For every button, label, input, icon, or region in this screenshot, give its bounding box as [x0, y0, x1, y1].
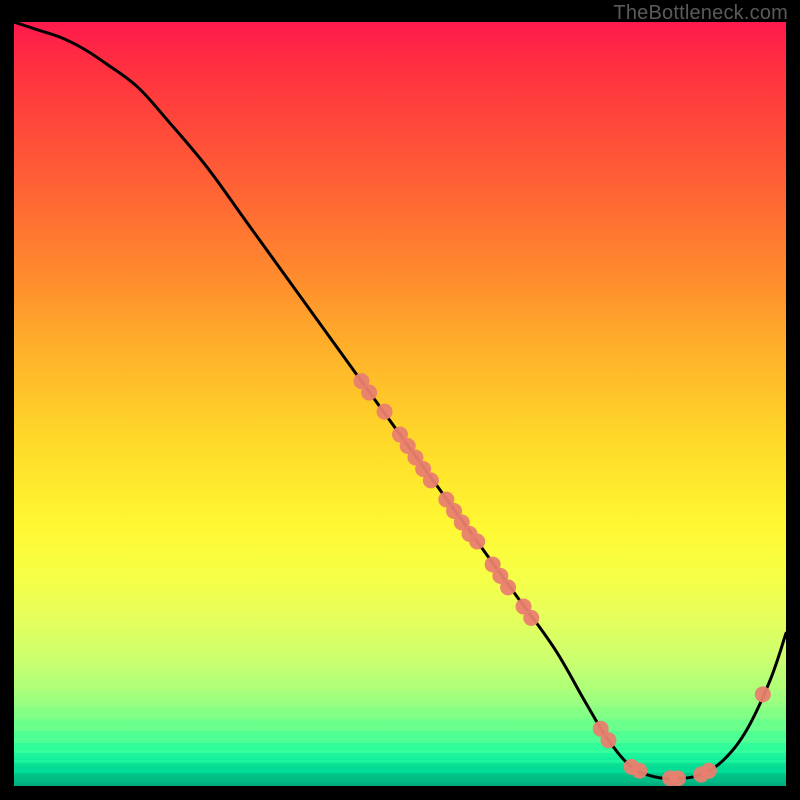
chart-plot-area	[14, 22, 786, 786]
gradient-banding-decor	[14, 666, 786, 786]
watermark-text: TheBottleneck.com	[613, 2, 788, 25]
